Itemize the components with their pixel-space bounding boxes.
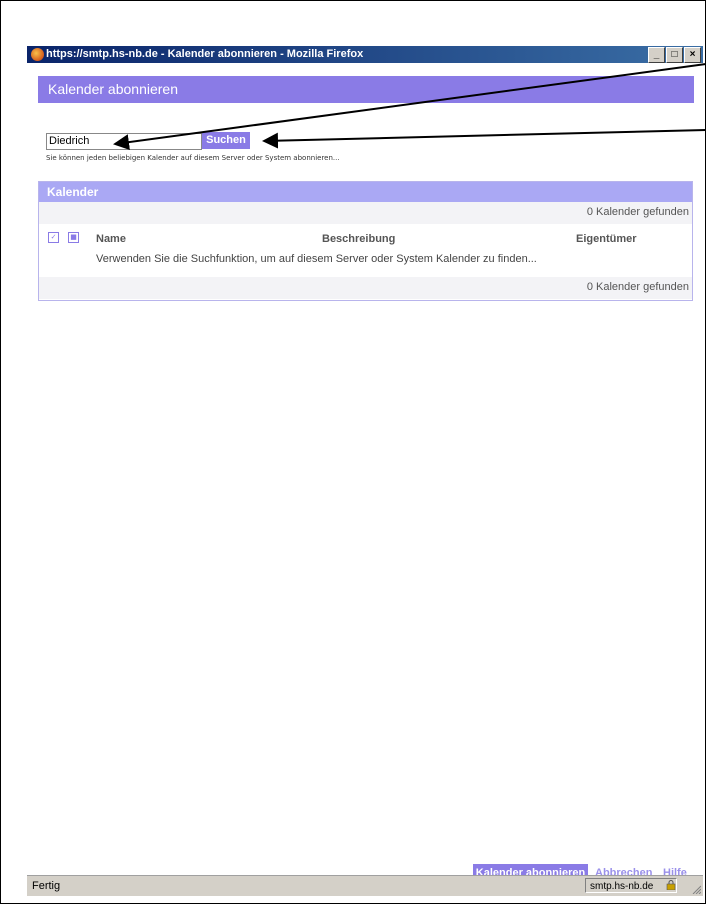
browser-window: https://smtp.hs-nb.de - Kalender abonnie… [27, 46, 703, 902]
minimize-button[interactable]: _ [648, 47, 665, 63]
panel-title: Kalender [47, 185, 99, 199]
status-host: smtp.hs-nb.de [585, 878, 677, 893]
select-all-icon[interactable]: ✓ [48, 232, 59, 243]
resize-grip-icon[interactable] [691, 884, 701, 894]
firefox-icon [31, 48, 44, 61]
search-hint: Sie können jeden beliebigen Kalender auf… [46, 154, 340, 162]
calendar-panel: Kalender 0 Kalender gefunden ✓ ■ Name Be… [38, 181, 693, 301]
page-content: Kalender abonnieren Diedrich Suchen Sie … [27, 63, 703, 882]
panel-header: Kalender [39, 182, 692, 202]
close-button[interactable]: × [684, 47, 701, 63]
column-owner[interactable]: Eigentümer [576, 233, 637, 245]
count-row-top: 0 Kalender gefunden [39, 202, 692, 224]
column-description[interactable]: Beschreibung [322, 233, 395, 245]
search-button[interactable]: Suchen [202, 132, 250, 149]
select-none-icon[interactable]: ■ [68, 232, 79, 243]
window-title: https://smtp.hs-nb.de - Kalender abonnie… [46, 48, 364, 60]
title-bar: https://smtp.hs-nb.de - Kalender abonnie… [27, 46, 703, 63]
column-name[interactable]: Name [96, 233, 126, 245]
header-bar: Kalender abonnieren [38, 76, 694, 103]
result-count-top: 0 Kalender gefunden [586, 206, 689, 218]
empty-message: Verwenden Sie die Suchfunktion, um auf d… [96, 253, 537, 265]
page-title: Kalender abonnieren [48, 81, 178, 97]
status-bar: Fertig smtp.hs-nb.de [27, 875, 703, 896]
count-row-bottom: 0 Kalender gefunden [39, 277, 692, 299]
maximize-button[interactable]: □ [666, 47, 683, 63]
status-text: Fertig [32, 880, 61, 892]
lock-icon[interactable] [666, 880, 676, 890]
result-count-bottom: 0 Kalender gefunden [586, 281, 689, 293]
search-input[interactable]: Diedrich [46, 133, 202, 150]
window-controls: _ □ × [648, 47, 701, 63]
